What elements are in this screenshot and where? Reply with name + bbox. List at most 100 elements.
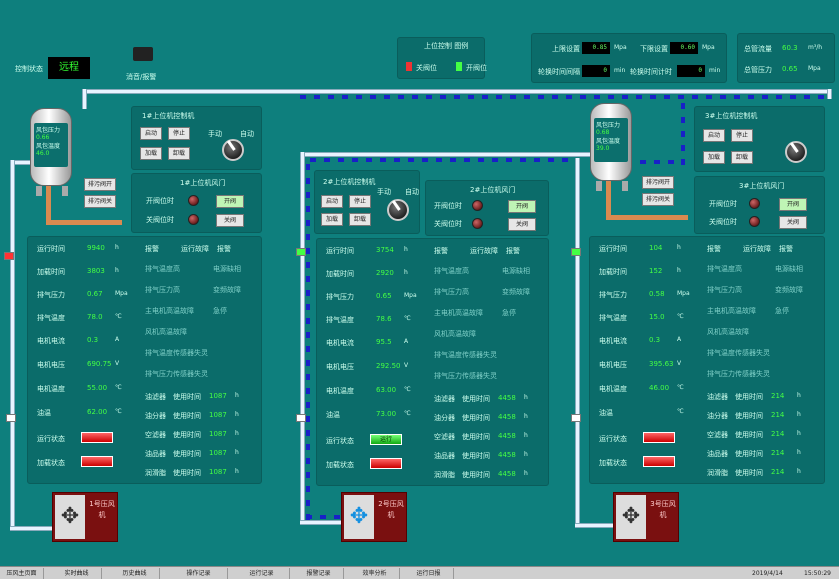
start-button-2[interactable]: 启动 bbox=[321, 195, 343, 208]
open-valve-button-3[interactable]: 开阀 bbox=[779, 198, 807, 211]
load-button-2[interactable]: 加载 bbox=[321, 213, 343, 226]
nav-tab[interactable]: 效率分析 bbox=[350, 568, 400, 579]
maint-label: 使用时间 bbox=[462, 452, 490, 460]
run-status-indicator bbox=[81, 432, 113, 443]
closed-legend-icon bbox=[406, 62, 412, 71]
open-valve-button-1[interactable]: 开阀 bbox=[216, 195, 244, 208]
lower-set-value[interactable]: 0.60 bbox=[670, 42, 698, 54]
stop-button-2[interactable]: 停止 bbox=[349, 195, 371, 208]
drain-close-button-1[interactable]: 排污阀关 bbox=[84, 195, 116, 208]
drain-close-button-3[interactable]: 排污阀关 bbox=[642, 193, 674, 206]
maint-item: 油滤器 bbox=[434, 395, 455, 403]
maint-unit: h bbox=[235, 411, 239, 418]
param-value: 0.58 bbox=[649, 290, 665, 298]
param-unit: ℃ bbox=[404, 315, 411, 322]
unload-button-3[interactable]: 卸载 bbox=[731, 151, 753, 164]
drain-valve-2[interactable] bbox=[296, 414, 306, 422]
drain-valve-1[interactable] bbox=[6, 414, 16, 422]
drain-valve-3[interactable] bbox=[571, 414, 581, 422]
start-button-3[interactable]: 启动 bbox=[703, 129, 725, 142]
unload-button-2[interactable]: 卸载 bbox=[349, 213, 371, 226]
drain-open-button-3[interactable]: 排污阀开 bbox=[642, 176, 674, 189]
nav-tab[interactable]: 报警记录 bbox=[294, 568, 344, 579]
param-unit: Mpa bbox=[677, 290, 690, 297]
close-label-3: 关阀位时 bbox=[709, 218, 737, 226]
switch-interval-value[interactable]: 0 bbox=[582, 65, 610, 77]
legend-panel: 上位控制 图例 关阀位 开阀位 bbox=[397, 37, 487, 79]
param-unit: ℃ bbox=[115, 408, 122, 415]
alarm-item: 电源缺相 bbox=[213, 265, 241, 273]
open-valve-button-2[interactable]: 开阀 bbox=[508, 200, 536, 213]
load-status-indicator bbox=[643, 456, 675, 467]
maint-value: 214 bbox=[771, 411, 785, 419]
maint-item: 油分器 bbox=[145, 412, 166, 420]
param-value: 9940 bbox=[87, 244, 105, 252]
param-label: 电机温度 bbox=[599, 385, 627, 393]
param-label: 运行时间 bbox=[37, 245, 65, 253]
valve-3[interactable] bbox=[571, 248, 581, 256]
alarm-item: 排气压力传感器失灵 bbox=[145, 370, 208, 378]
knob-manual-2: 手动 bbox=[377, 188, 391, 196]
maint-label: 使用时间 bbox=[735, 450, 763, 458]
alarm-item: 排气压力高 bbox=[145, 286, 180, 294]
param-unit: ℃ bbox=[115, 313, 122, 320]
param-label: 电机温度 bbox=[37, 385, 65, 393]
maint-item: 润滑脂 bbox=[707, 469, 728, 477]
param-label: 电机温度 bbox=[326, 387, 354, 395]
maint-value: 1087 bbox=[209, 468, 227, 476]
alarm-header: 运行故障 bbox=[181, 245, 209, 253]
stop-button-1[interactable]: 停止 bbox=[168, 127, 190, 140]
unload-button-1[interactable]: 卸载 bbox=[168, 147, 190, 160]
param-label: 排气温度 bbox=[37, 314, 65, 322]
mode-knob-3[interactable] bbox=[785, 141, 807, 163]
load-status-indicator bbox=[81, 456, 113, 467]
param-label: 加载状态 bbox=[37, 459, 65, 467]
nav-tab[interactable]: 压风主页面 bbox=[0, 568, 44, 579]
alarm-header: 报警 bbox=[145, 245, 159, 253]
maint-item: 空滤器 bbox=[434, 433, 455, 441]
maint-unit: h bbox=[797, 411, 801, 418]
upper-set-value[interactable]: 0.85 bbox=[582, 42, 610, 54]
maint-item: 油品器 bbox=[145, 450, 166, 458]
compressor-3[interactable]: ✥ 3号压风机 bbox=[613, 492, 679, 542]
close-valve-button-3[interactable]: 关阀 bbox=[779, 216, 807, 229]
drain-open-button-1[interactable]: 排污阀开 bbox=[84, 178, 116, 191]
compressor-2[interactable]: ✥ 2号压风机 bbox=[341, 492, 407, 542]
valve-1[interactable] bbox=[4, 252, 14, 260]
param-value: 78.0 bbox=[87, 313, 103, 321]
alarm-item: 主电机高温故障 bbox=[434, 309, 483, 317]
fan-icon: ✥ bbox=[616, 495, 646, 539]
stop-button-3[interactable]: 停止 bbox=[731, 129, 753, 142]
start-button-1[interactable]: 启动 bbox=[140, 127, 162, 140]
maint-label: 使用时间 bbox=[735, 393, 763, 401]
param-label: 电机电压 bbox=[326, 363, 354, 371]
nav-tab[interactable]: 运行记录 bbox=[234, 568, 290, 579]
maint-value: 4458 bbox=[498, 432, 516, 440]
alarm-item: 风机高温故障 bbox=[145, 328, 187, 336]
valve-2[interactable] bbox=[296, 248, 306, 256]
param-label: 油温 bbox=[326, 411, 340, 419]
open-label-3: 开阀位时 bbox=[709, 200, 737, 208]
maint-label: 使用时间 bbox=[462, 414, 490, 422]
nav-tab[interactable]: 历史曲线 bbox=[110, 568, 160, 579]
mode-knob-1[interactable] bbox=[222, 139, 244, 161]
maint-item: 润滑脂 bbox=[145, 469, 166, 477]
mode-knob-2[interactable] bbox=[387, 199, 409, 221]
nav-tab[interactable]: 运行日报 bbox=[404, 568, 454, 579]
status-date: 2019/4/14 bbox=[752, 570, 783, 577]
alarm-item: 风机高温故障 bbox=[707, 328, 749, 336]
nav-tab[interactable]: 实时曲线 bbox=[52, 568, 102, 579]
nav-tab[interactable]: 操作记录 bbox=[170, 568, 228, 579]
param-label: 加载状态 bbox=[326, 461, 354, 469]
load-button-3[interactable]: 加载 bbox=[703, 151, 725, 164]
close-valve-button-2[interactable]: 关阀 bbox=[508, 218, 536, 231]
compressor-1[interactable]: ✥ 1号压风机 bbox=[52, 492, 118, 542]
speaker-icon[interactable] bbox=[133, 47, 153, 61]
alarm-item: 电源缺相 bbox=[775, 265, 803, 273]
load-button-1[interactable]: 加载 bbox=[140, 147, 162, 160]
alarm-item: 排气温度传感器失灵 bbox=[145, 349, 208, 357]
load-status-indicator bbox=[370, 458, 402, 469]
alarm-item: 风机高温故障 bbox=[434, 330, 476, 338]
main-pipe-panel: 总管流量 60.3 m³/h 总管压力 0.65 Mpa bbox=[737, 33, 835, 83]
close-valve-button-1[interactable]: 关阀 bbox=[216, 214, 244, 227]
